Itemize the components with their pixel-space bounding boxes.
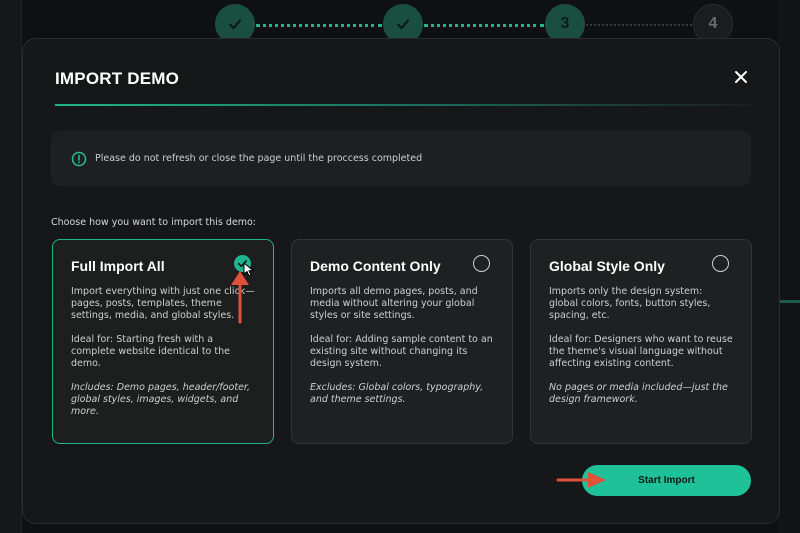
close-icon — [735, 71, 747, 83]
option-includes: Includes: Demo pages, header/footer, glo… — [71, 382, 250, 417]
modal-title: IMPORT DEMO — [55, 69, 180, 88]
option-description: Imports only the design system: global c… — [549, 286, 711, 321]
option-demo-content-only[interactable]: Demo Content Only Imports all demo pages… — [291, 239, 513, 444]
import-demo-modal: IMPORT DEMO Please do not refresh or clo… — [22, 38, 780, 524]
title-divider — [55, 104, 751, 106]
import-prompt: Choose how you want to import this demo: — [51, 217, 256, 228]
option-note: No pages or media included—just the desi… — [549, 382, 728, 405]
option-ideal-for: Ideal for: Adding sample content to an e… — [310, 334, 493, 369]
option-title: Demo Content Only — [310, 258, 441, 274]
background-page-right — [778, 0, 800, 533]
option-radio[interactable] — [712, 255, 729, 272]
mouse-cursor-icon — [243, 262, 255, 277]
notice-text: Please do not refresh or close the page … — [95, 153, 423, 164]
check-icon — [396, 19, 410, 30]
import-stepper: 3 4 — [0, 0, 800, 44]
step-connector-3-4 — [586, 24, 692, 26]
option-excludes: Excludes: Global colors, typography, and… — [310, 382, 484, 405]
step-connector-1-2 — [256, 24, 382, 27]
annotation-arrow-right-icon — [556, 472, 606, 488]
option-radio[interactable] — [473, 255, 490, 272]
option-ideal-for: Ideal for: Designers who want to reuse t… — [549, 334, 733, 369]
info-circle-icon — [71, 151, 87, 166]
step-connector-2-3 — [424, 24, 544, 27]
option-description: Imports all demo pages, posts, and media… — [310, 286, 478, 321]
notice-banner: Please do not refresh or close the page … — [51, 131, 751, 186]
close-button[interactable] — [731, 67, 751, 87]
option-ideal-for: Ideal for: Starting fresh with a complet… — [71, 334, 230, 369]
option-global-style-only[interactable]: Global Style Only Imports only the desig… — [530, 239, 752, 444]
background-accent-line — [778, 300, 800, 303]
background-page-left — [0, 0, 22, 533]
check-icon — [228, 19, 242, 30]
option-title: Global Style Only — [549, 258, 665, 274]
